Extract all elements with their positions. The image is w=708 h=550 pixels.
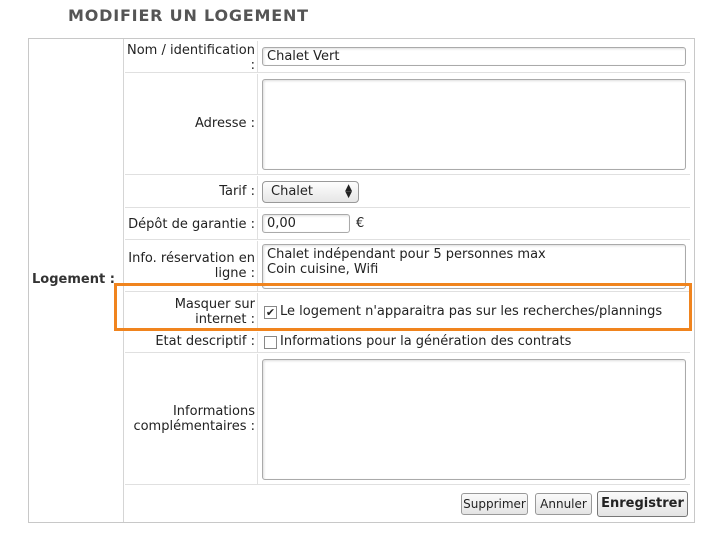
supprimer-button[interactable]: Supprimer bbox=[461, 493, 528, 515]
row-nom: Nom / identification : Chalet Vert bbox=[125, 41, 690, 73]
row-tarif: Tarif : Chalet ▲ ▼ bbox=[125, 176, 690, 208]
row-depot: Dépôt de garantie : 0,00 € bbox=[125, 209, 690, 240]
divider bbox=[257, 332, 258, 352]
select-arrows-icon: ▲ ▼ bbox=[345, 183, 352, 200]
etat-text: Informations pour la génération des cont… bbox=[280, 334, 572, 349]
etat-label: Etat descriptif : bbox=[155, 334, 255, 349]
page-title: MODIFIER UN LOGEMENT bbox=[68, 6, 309, 25]
adresse-label: Adresse : bbox=[194, 116, 255, 131]
infos-comp-label: Informations complémentaires : bbox=[133, 404, 255, 434]
divider bbox=[257, 176, 258, 207]
enregistrer-button[interactable]: Enregistrer bbox=[597, 491, 688, 517]
nom-label: Nom / identification : bbox=[126, 43, 255, 73]
etat-checkbox[interactable] bbox=[264, 336, 277, 349]
nom-input[interactable]: Chalet Vert bbox=[262, 47, 686, 66]
depot-input[interactable]: 0,00 bbox=[262, 214, 350, 233]
adresse-textarea[interactable] bbox=[262, 79, 686, 170]
info-reservation-label: Info. réservation en ligne : bbox=[128, 251, 255, 281]
divider bbox=[257, 74, 258, 174]
row-infos-comp: Informations complémentaires : bbox=[125, 354, 690, 485]
tarif-value: Chalet bbox=[271, 184, 313, 199]
tarif-label: Tarif : bbox=[219, 184, 255, 199]
divider bbox=[257, 354, 258, 484]
infos-comp-textarea[interactable] bbox=[262, 359, 686, 480]
highlight-box bbox=[114, 283, 692, 331]
annuler-button[interactable]: Annuler bbox=[535, 493, 592, 515]
form-panel: Logement : Nom / identification : Chalet… bbox=[28, 38, 695, 523]
currency-unit: € bbox=[356, 216, 365, 231]
row-etat: Etat descriptif : Informations pour la g… bbox=[125, 332, 690, 353]
divider bbox=[257, 209, 258, 239]
depot-label: Dépôt de garantie : bbox=[128, 217, 255, 232]
divider bbox=[257, 41, 258, 72]
row-adresse: Adresse : bbox=[125, 74, 690, 175]
tarif-select[interactable]: Chalet ▲ ▼ bbox=[262, 181, 359, 203]
section-label: Logement : bbox=[32, 272, 115, 287]
section-cell: Logement : bbox=[29, 39, 124, 522]
